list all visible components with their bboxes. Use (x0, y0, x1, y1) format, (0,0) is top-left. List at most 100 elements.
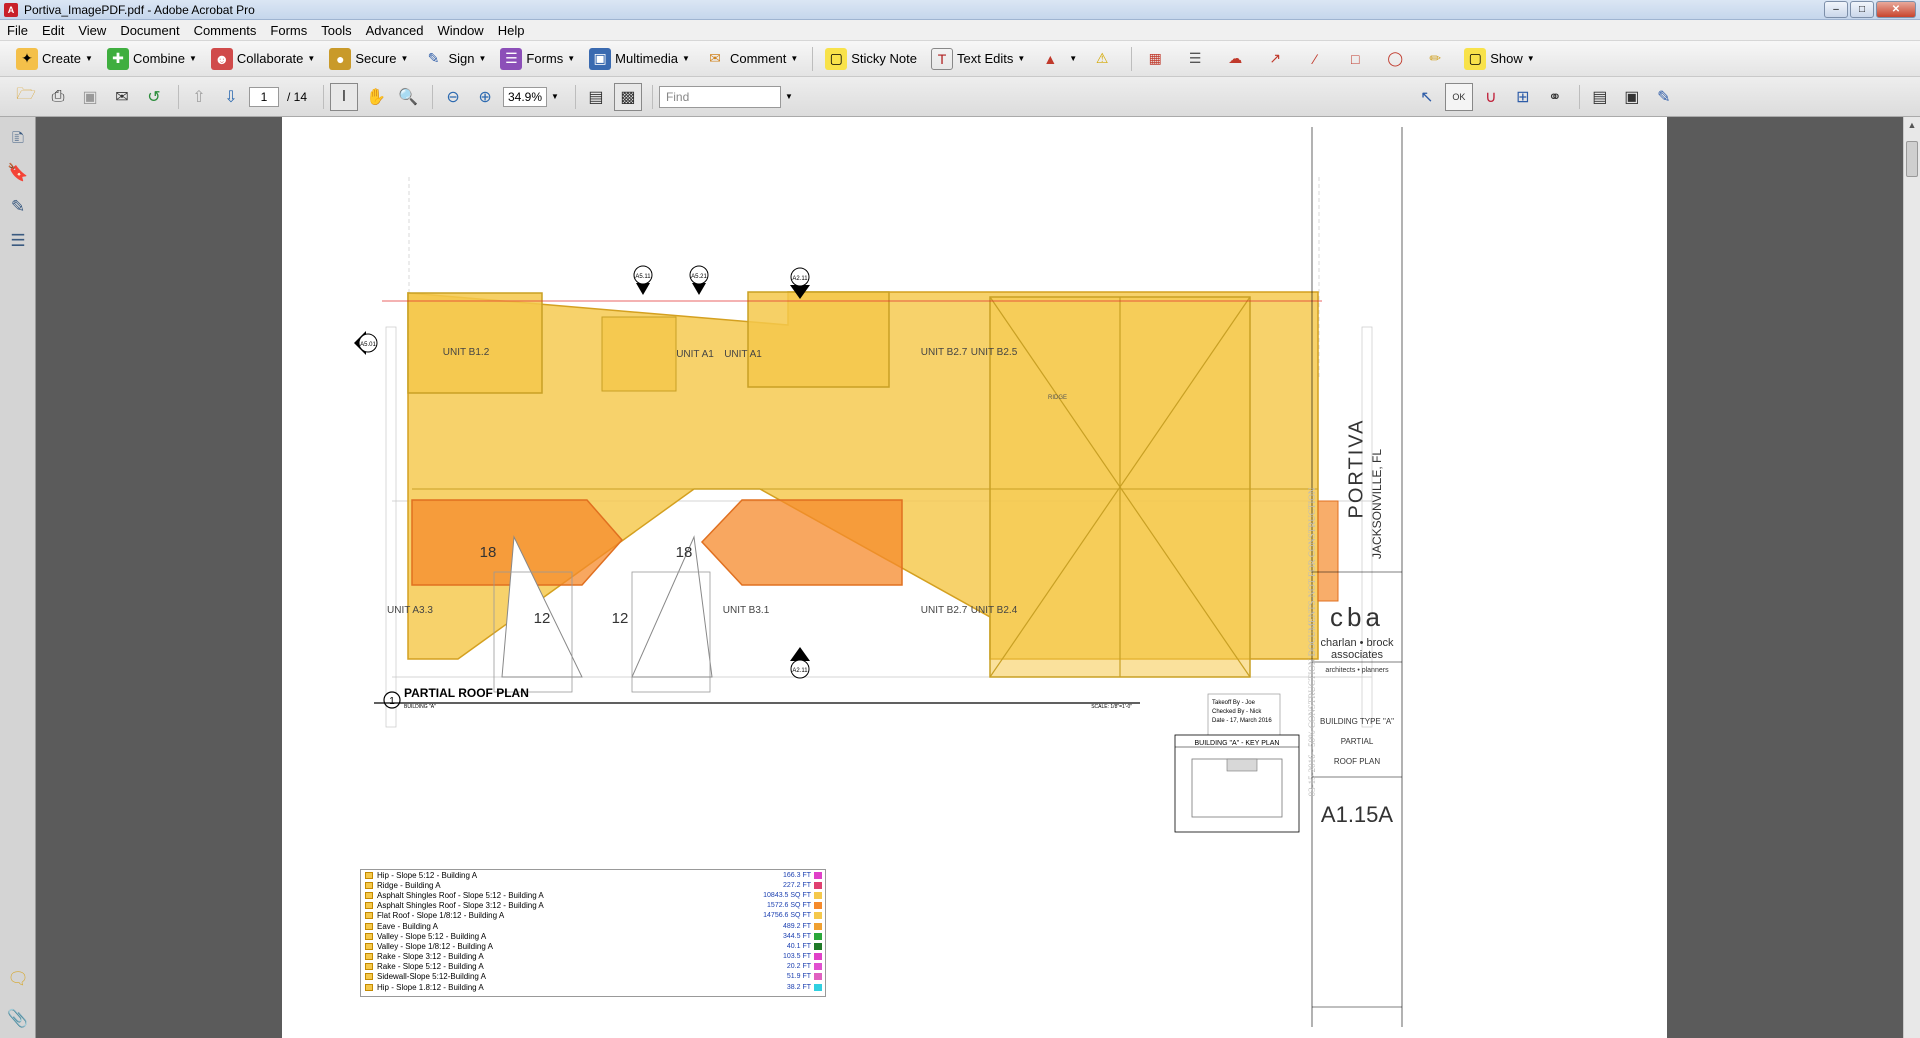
print-icon[interactable]: ⎙ (44, 83, 72, 111)
legend-row[interactable]: Valley - Slope 1/8:12 - Building A 40.1 F… (361, 941, 825, 951)
legend-row[interactable]: Hip - Slope 5:12 - Building A 166.3 FT (361, 870, 825, 880)
menu-help[interactable]: Help (491, 23, 532, 38)
menu-tools[interactable]: Tools (314, 23, 358, 38)
zoom-dropdown-icon[interactable]: ▼ (551, 92, 559, 101)
menu-file[interactable]: File (0, 23, 35, 38)
plan-scale: SCALE: 1/8"=1'-0" (1091, 704, 1132, 710)
attach-button[interactable]: ⚠ (1085, 45, 1123, 73)
legend-row[interactable]: Flat Roof - Slope 1/8:12 - Building A 147… (361, 911, 825, 921)
unit-label: UNIT B2.5 (971, 347, 1018, 358)
pencil-tool[interactable]: ✏ (1418, 45, 1456, 73)
select-text-icon[interactable]: I (330, 82, 359, 111)
pages-icon[interactable]: 🗈 (6, 127, 30, 151)
legend-row[interactable]: Asphalt Shingles Roof - Slope 5:12 - Bui… (361, 890, 825, 900)
text-edits-button[interactable]: T Text Edits ▼ (925, 45, 1031, 73)
zoom-out-icon[interactable]: ⊖ (439, 83, 467, 111)
toolbar-separator (178, 84, 179, 109)
legend-row[interactable]: Rake - Slope 3:12 - Building A 103.5 FT (361, 952, 825, 962)
show-button[interactable]: ▢ Show ▼ (1458, 45, 1540, 73)
measure-icon[interactable]: ∪ (1477, 83, 1505, 111)
lock-icon: ● (329, 47, 352, 70)
vertical-scrollbar[interactable]: ▲ (1903, 117, 1920, 1038)
menu-document[interactable]: Document (113, 23, 186, 38)
legend-row[interactable]: Ridge - Building A 227.2 FT (361, 880, 825, 890)
task-toolbar: ✦ Create ▼ ✚ Combine ▼ ☻ Collaborate ▼ ● Secure… (0, 41, 1920, 77)
minimize-button[interactable]: – (1824, 1, 1848, 18)
key-plan-title: BUILDING "A" - KEY PLAN (1195, 740, 1280, 747)
maximize-button[interactable]: □ (1850, 1, 1874, 18)
legend-row[interactable]: Asphalt Shingles Roof - Slope 3:12 - Bui… (361, 901, 825, 911)
callout-tool[interactable]: ▦ (1138, 45, 1176, 73)
fit-page-icon[interactable]: ▩ (613, 82, 642, 111)
oval-tool[interactable]: ◯ (1378, 45, 1416, 73)
save-icon[interactable]: ▣ (76, 83, 104, 111)
legend-row[interactable]: Eave - Building A 489.2 FT (361, 921, 825, 931)
stamp-button[interactable]: ▲ ▼ (1033, 45, 1083, 73)
layers-icon[interactable]: ☰ (6, 229, 30, 253)
previous-page-icon[interactable]: ⇧ (185, 83, 213, 111)
select-object-icon[interactable]: ↖ (1413, 83, 1441, 111)
secure-button[interactable]: ● Secure ▼ (323, 45, 414, 73)
zoom-tool-icon[interactable]: 🔍 (394, 83, 422, 111)
email-icon[interactable]: ✉ (108, 83, 136, 111)
attachments-icon[interactable]: 📎 (6, 1007, 30, 1031)
toolbar-separator (323, 84, 325, 109)
scroll-thumb[interactable] (1906, 141, 1918, 177)
close-button[interactable]: ✕ (1876, 1, 1916, 18)
create-button[interactable]: ✦ Create ▼ (10, 45, 99, 73)
edit-form-icon[interactable]: ✎ (1650, 83, 1678, 111)
find-input[interactable]: Find (658, 85, 781, 108)
comment-label: Comment (729, 51, 787, 66)
plan-subtitle: BUILDING "A" (404, 704, 436, 710)
arrow-tool[interactable]: ↗ (1258, 45, 1296, 73)
legend-row[interactable]: Sidewall-Slope 5:12-Building A 51.9 FT (361, 972, 825, 982)
link-icon[interactable]: ⚭ (1541, 83, 1569, 111)
menu-advanced[interactable]: Advanced (359, 23, 431, 38)
section-mark-3: A2.11 (792, 276, 808, 282)
rectangle-tool[interactable]: □ (1338, 45, 1376, 73)
form-icon[interactable]: ▣ (1618, 83, 1646, 111)
bookmarks-icon[interactable]: 🔖 (6, 161, 30, 185)
share-icon[interactable]: ↺ (140, 83, 168, 111)
zoom-level-input[interactable]: 34.9% (503, 86, 548, 107)
oval-icon: ◯ (1387, 50, 1404, 66)
legend-row[interactable]: Valley - Slope 5:12 - Building A 344.5 FT (361, 931, 825, 941)
zoom-in-icon[interactable]: ⊕ (471, 83, 499, 111)
ok-button-icon[interactable]: OK (1444, 82, 1473, 111)
text-field-icon[interactable]: ▤ (1586, 83, 1614, 111)
takeoff-by: Takeoff By - Joe (1212, 700, 1256, 706)
forms-button[interactable]: ☰ Forms ▼ (494, 45, 581, 73)
collaborate-button[interactable]: ☻ Collaborate ▼ (205, 45, 321, 73)
menu-forms[interactable]: Forms (263, 23, 314, 38)
next-page-icon[interactable]: ⇩ (217, 83, 245, 111)
combine-button[interactable]: ✚ Combine ▼ (101, 45, 203, 73)
hand-icon[interactable]: ✋ (362, 83, 390, 111)
comments-pane-icon[interactable]: 🗨 (6, 967, 30, 991)
menu-comments[interactable]: Comments (187, 23, 264, 38)
line-tool[interactable]: ∕ (1298, 45, 1336, 73)
textbox-tool[interactable]: ☰ (1178, 45, 1216, 73)
find-dropdown-icon[interactable]: ▼ (785, 92, 793, 101)
toolbar-separator (432, 84, 434, 109)
checked-by: Checked By - Nick (1212, 709, 1262, 715)
multimedia-button[interactable]: ▣ Multimedia ▼ (583, 45, 696, 73)
legend-row[interactable]: Rake - Slope 5:12 - Building A 20.2 FT (361, 962, 825, 972)
open-folder-icon[interactable]: 🗁 (12, 83, 40, 111)
cloud-tool[interactable]: ☁ (1218, 45, 1256, 73)
crop-icon[interactable]: ⊞ (1509, 83, 1537, 111)
sticky-note-button[interactable]: ▢ Sticky Note (819, 45, 923, 73)
unit-label: UNIT B2.7 (921, 605, 968, 616)
comment-button[interactable]: ✉ Comment ▼ (698, 45, 804, 73)
document-area[interactable]: A5.11 A5.21 A2.11 A5.01 A2.11 UNIT B1.2 … (36, 117, 1920, 1038)
scroll-up-icon[interactable]: ▲ (1904, 117, 1920, 133)
page-number-input[interactable]: 1 (249, 86, 279, 107)
sign-button[interactable]: ✎ Sign ▼ (416, 45, 492, 73)
fit-width-icon[interactable]: ▤ (582, 83, 610, 111)
combine-icon: ✚ (106, 47, 129, 70)
menu-window[interactable]: Window (430, 23, 490, 38)
legend-row[interactable]: Hip - Slope 1.8:12 - Building A 38.2 FT (361, 982, 825, 992)
menu-view[interactable]: View (71, 23, 113, 38)
menu-edit[interactable]: Edit (35, 23, 71, 38)
signatures-icon[interactable]: ✎ (6, 195, 30, 219)
comment-icon: ✉ (709, 50, 721, 66)
